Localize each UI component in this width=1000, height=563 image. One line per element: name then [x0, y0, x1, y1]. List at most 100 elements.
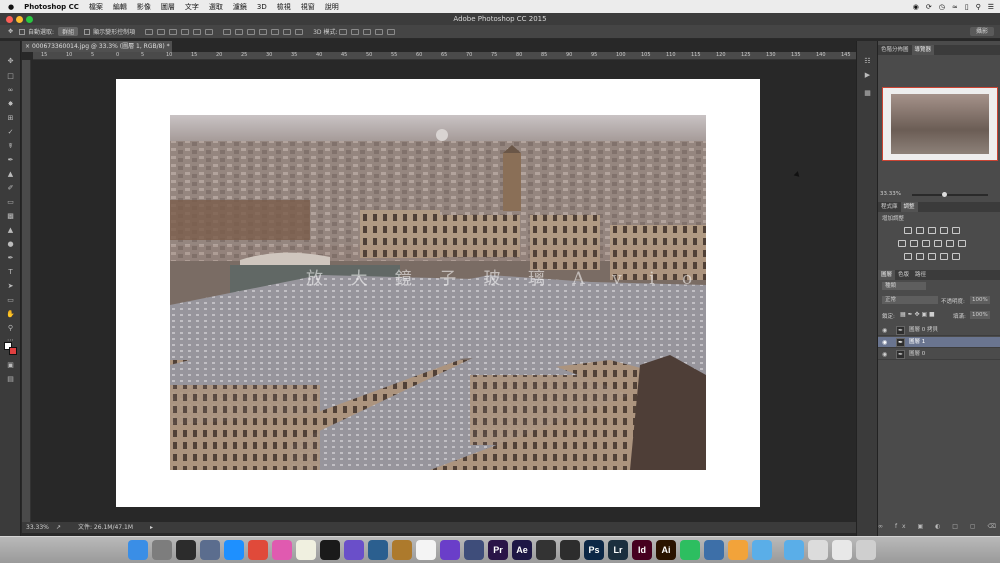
align-top-icon[interactable] [145, 28, 154, 35]
screen-mode-icon[interactable]: ▤ [5, 375, 16, 383]
healing-brush-tool-icon[interactable]: ☤ [5, 142, 16, 150]
layer-row-layer-0[interactable]: ◉ ✒ 圖層 0 [878, 349, 1000, 360]
distribute-left-icon[interactable] [259, 28, 268, 35]
dock-downloads-folder-icon[interactable] [752, 540, 772, 560]
share-icon[interactable]: ↗ [56, 522, 61, 533]
document-tab[interactable]: × 000673360014.jpg @ 33.3% (圖層 1, RGB/8)… [22, 41, 172, 52]
tab-histogram[interactable]: 色階分佈圖 [878, 45, 912, 55]
dock-documents-folder-icon[interactable] [784, 540, 804, 560]
levels-icon[interactable] [916, 227, 924, 234]
distribute-top-icon[interactable] [223, 28, 232, 35]
fill-input[interactable]: 100% [970, 311, 990, 319]
list-icon[interactable]: ☰ [988, 3, 994, 11]
dock-drive-icon[interactable] [808, 540, 828, 560]
history-panel-icon[interactable]: ☷ [862, 57, 873, 65]
hue-saturation-icon[interactable] [898, 240, 906, 247]
dock-launchpad-icon[interactable] [200, 540, 220, 560]
layer-row-layer-0-copy[interactable]: ◉ ✒ 圖層 0 拷貝 [878, 325, 1000, 336]
layer-name[interactable]: 圖層 0 [909, 349, 925, 360]
dock-evernote-icon[interactable] [680, 540, 700, 560]
apple-menu-icon[interactable]: ● [0, 3, 19, 11]
path-select-tool-icon[interactable]: ➤ [5, 282, 16, 290]
selective-color-icon[interactable] [952, 253, 960, 260]
dock-lightroom-icon[interactable]: Lr [608, 540, 628, 560]
lock-pixels-icon[interactable]: ▦ ✒ ✥ ▣ ■ [900, 311, 935, 318]
dock-activity-monitor-icon[interactable] [320, 540, 340, 560]
dock-quicktime-icon[interactable] [368, 540, 388, 560]
roll-3d-icon[interactable] [351, 28, 360, 35]
status-zoom[interactable]: 33.33% [26, 522, 49, 533]
dock-premiere-icon[interactable]: Pr [488, 540, 508, 560]
brightness-contrast-icon[interactable] [904, 227, 912, 234]
color-balance-icon[interactable] [910, 240, 918, 247]
delete-layer-icon[interactable]: ⌫ [987, 523, 1000, 530]
slide-3d-icon[interactable] [375, 28, 384, 35]
clock-icon[interactable]: ◷ [939, 3, 945, 11]
wifi-icon[interactable]: ≈ [952, 3, 958, 11]
tab-channels[interactable]: 色版 [895, 270, 912, 280]
dock-safari-icon[interactable] [224, 540, 244, 560]
menu-file[interactable]: 檔案 [84, 2, 108, 12]
properties-panel-icon[interactable]: ▦ [862, 89, 873, 97]
dock-itunes-icon[interactable] [272, 540, 292, 560]
background-color-swatch[interactable] [9, 347, 17, 355]
app-menu[interactable]: Photoshop CC [19, 3, 84, 11]
add-mask-icon[interactable]: ▣ [918, 523, 929, 530]
dock-final-cut-icon[interactable] [536, 540, 556, 560]
minimize-window-button[interactable] [16, 16, 23, 23]
gradient-tool-icon[interactable]: ▩ [5, 212, 16, 220]
menu-3d[interactable]: 3D [252, 3, 272, 11]
clone-stamp-tool-icon[interactable]: ▲ [5, 170, 16, 178]
align-hcenter-icon[interactable] [193, 28, 202, 35]
dock-finder-icon[interactable] [128, 540, 148, 560]
dock-app-store-folder-icon[interactable] [832, 540, 852, 560]
hand-tool-icon[interactable]: ✋ [5, 310, 16, 318]
auto-align-icon[interactable] [295, 28, 304, 35]
dock-trash-icon[interactable] [856, 540, 876, 560]
dock-keynote-icon[interactable] [392, 540, 412, 560]
visibility-eye-icon[interactable]: ◉ [882, 337, 887, 348]
gradient-map-icon[interactable] [940, 253, 948, 260]
curves-icon[interactable] [928, 227, 936, 234]
channel-mixer-icon[interactable] [946, 240, 954, 247]
pen-tool-icon[interactable]: ✒ [5, 254, 16, 262]
dock-illustrator-icon[interactable]: Ai [656, 540, 676, 560]
navigator-zoom-thumb[interactable] [942, 192, 947, 197]
zoom-tool-icon[interactable]: ⚲ [5, 324, 16, 332]
dock-after-effects-icon[interactable]: Ae [512, 540, 532, 560]
layer-name[interactable]: 圖層 1 [909, 337, 925, 348]
blur-tool-icon[interactable]: ▲ [5, 226, 16, 234]
visibility-eye-icon[interactable]: ◉ [882, 349, 887, 360]
brush-tool-icon[interactable]: ✒ [5, 156, 16, 164]
posterize-icon[interactable] [916, 253, 924, 260]
battery-icon[interactable]: ▯ [965, 3, 969, 11]
eraser-tool-icon[interactable]: ▭ [5, 198, 16, 206]
link-layers-icon[interactable]: ∞ [878, 523, 888, 530]
threshold-icon[interactable] [928, 253, 936, 260]
marquee-tool-icon[interactable]: □ [5, 72, 16, 80]
distribute-vcenter-icon[interactable] [235, 28, 244, 35]
menu-image[interactable]: 影像 [132, 2, 156, 12]
document-canvas[interactable]: 放 大 鏡 子 玻 璃 A v i o [116, 79, 760, 507]
dock-notes-icon[interactable] [296, 540, 316, 560]
lasso-tool-icon[interactable]: ∞ [5, 86, 16, 94]
navigator-thumbnail[interactable] [882, 87, 998, 161]
dock-siri-icon[interactable] [344, 540, 364, 560]
canvas-area[interactable]: 放 大 鏡 子 玻 璃 A v i o [31, 60, 856, 522]
dock-dashboard-icon[interactable] [176, 540, 196, 560]
align-left-icon[interactable] [181, 28, 190, 35]
new-group-icon[interactable]: □ [952, 523, 963, 530]
photo-filter-icon[interactable] [934, 240, 942, 247]
quick-select-tool-icon[interactable]: ✸ [5, 100, 16, 108]
distribute-right-icon[interactable] [283, 28, 292, 35]
menu-edit[interactable]: 編輯 [108, 2, 132, 12]
visibility-eye-icon[interactable]: ◉ [882, 325, 887, 336]
dock-photoshop-icon[interactable]: Ps [584, 540, 604, 560]
tab-layers[interactable]: 圖層 [878, 270, 896, 280]
vibrance-icon[interactable] [952, 227, 960, 234]
quick-mask-icon[interactable]: ▣ [5, 361, 16, 369]
blend-mode-dropdown[interactable]: 正常 [882, 296, 938, 304]
align-right-icon[interactable] [205, 28, 214, 35]
menu-filter[interactable]: 濾鏡 [228, 2, 252, 12]
layer-row-layer-1[interactable]: ◉ ✒ 圖層 1 [878, 337, 1000, 348]
